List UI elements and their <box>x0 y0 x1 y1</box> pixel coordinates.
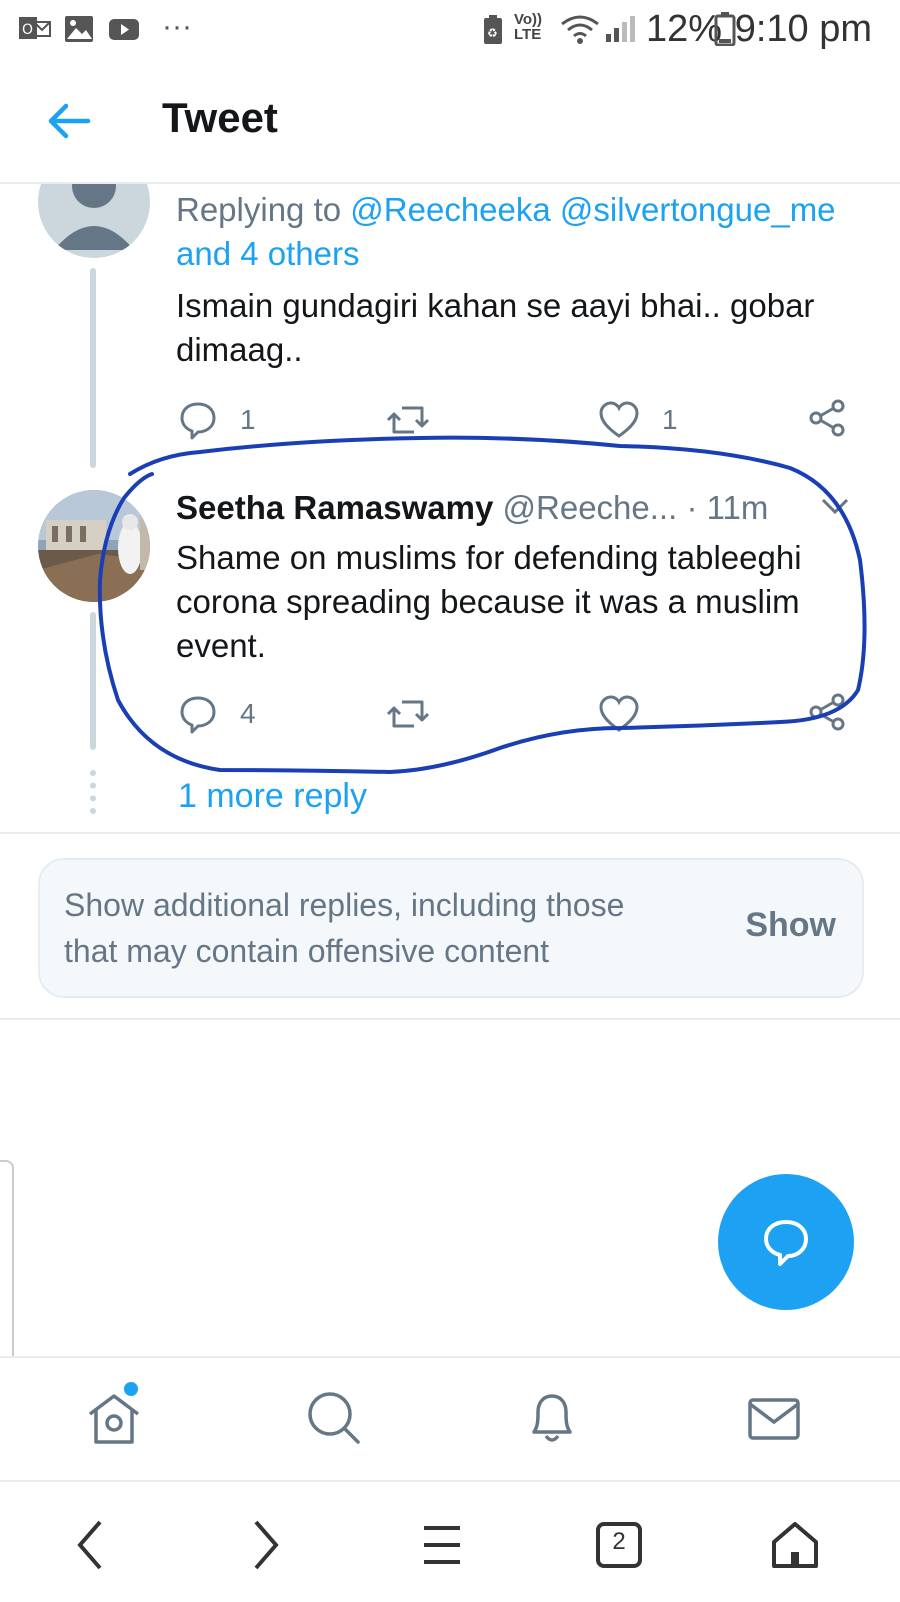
home-icon <box>772 1522 818 1568</box>
browser-tabs-button[interactable]: 2 <box>594 1518 644 1577</box>
mail-icon <box>748 1398 800 1440</box>
tab-messages[interactable] <box>744 1388 804 1453</box>
tab-home[interactable] <box>84 1382 144 1453</box>
notification-dot <box>124 1382 138 1396</box>
browser-home-button[interactable] <box>770 1518 820 1577</box>
additional-replies-text: Show additional replies, including those… <box>64 887 625 969</box>
divider <box>0 832 900 834</box>
bell-icon <box>532 1394 572 1442</box>
compose-reply-fab[interactable] <box>718 1174 854 1310</box>
browser-forward-button[interactable] <box>248 1518 284 1577</box>
show-button[interactable]: Show <box>745 906 836 945</box>
tab-search[interactable] <box>304 1388 364 1453</box>
more-replies-link[interactable]: 1 more reply <box>178 774 367 818</box>
chevron-right-icon <box>254 1520 279 1570</box>
bottom-tab-bar <box>0 1356 900 1480</box>
tab-notifications[interactable] <box>522 1388 582 1453</box>
browser-back-button[interactable] <box>72 1518 108 1577</box>
divider <box>0 1018 900 1020</box>
tab-count: 2 <box>612 1528 626 1555</box>
menu-icon <box>424 1526 460 1564</box>
reply-bubble-icon <box>764 1220 808 1266</box>
browser-menu-button[interactable] <box>420 1518 464 1577</box>
browser-nav-bar: 2 <box>0 1480 900 1602</box>
home-icon <box>88 1394 140 1444</box>
chevron-left-icon <box>77 1520 102 1570</box>
additional-replies-banner: Show additional replies, including those… <box>38 858 864 998</box>
search-icon <box>308 1392 360 1444</box>
